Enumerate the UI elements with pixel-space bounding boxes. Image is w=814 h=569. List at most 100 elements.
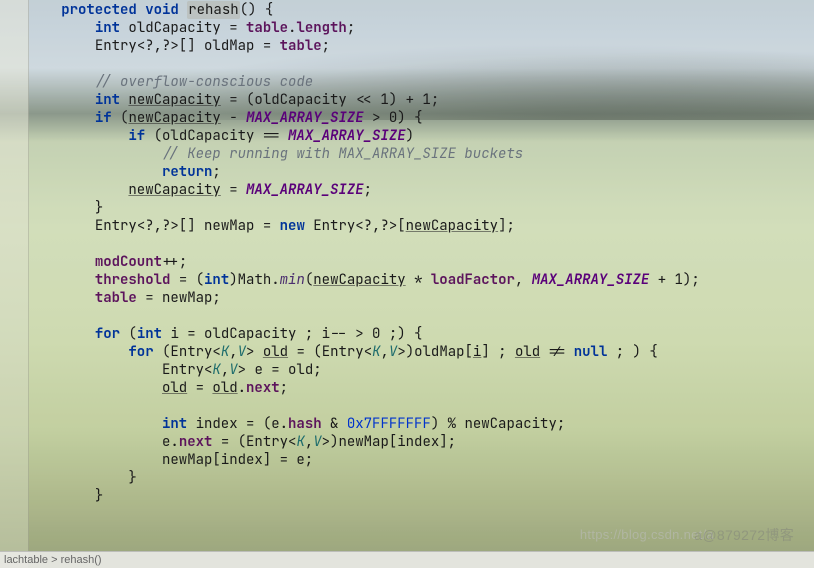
punct: ,	[221, 361, 229, 379]
local-var: newMap	[162, 289, 212, 307]
field-ref: loadFactor	[431, 271, 515, 289]
punct: >	[397, 343, 405, 361]
type-param: V	[238, 343, 246, 361]
expression: )newMap[index];	[330, 433, 456, 451]
punct: <	[364, 343, 372, 361]
punct: ,	[305, 433, 313, 451]
operator: *	[414, 271, 422, 289]
expression: = (e.	[246, 415, 288, 433]
local-var: newCapacity	[406, 217, 498, 235]
expression: ) % newCapacity;	[431, 415, 565, 433]
type-param: V	[229, 361, 237, 379]
punct: >	[238, 361, 246, 379]
keyword-return: return	[162, 163, 212, 181]
breadcrumb[interactable]: lachtable > rehash()	[4, 551, 102, 569]
constant-ref: MAX_ARRAY_SIZE	[532, 271, 650, 289]
local-var: oldMap	[204, 37, 254, 55]
constant-ref: MAX_ARRAY_SIZE	[288, 127, 406, 145]
operator: !=	[540, 343, 574, 361]
local-var: newCapacity	[128, 109, 220, 127]
punct: )	[229, 271, 237, 289]
operator: ++	[162, 253, 179, 271]
code-editor[interactable]: protected void rehash() { int oldCapacit…	[0, 0, 814, 550]
local-var: e	[254, 361, 262, 379]
type-ref: Entry	[322, 343, 364, 361]
punct: .	[238, 379, 246, 397]
keyword-if: if	[95, 109, 112, 127]
type-param: K	[212, 361, 220, 379]
punct: >	[322, 433, 330, 451]
local-var: i	[170, 325, 178, 343]
local-var: old	[263, 343, 288, 361]
keyword-int: int	[204, 271, 229, 289]
local-var: newCapacity	[128, 91, 220, 109]
generics: <?,?>[]	[137, 217, 196, 235]
static-method: min	[280, 271, 305, 289]
expression: (oldCapacity << 1) + 1	[246, 91, 431, 109]
type-param: K	[221, 343, 229, 361]
local-var: oldCapacity	[128, 19, 220, 37]
watermark-cn: a@879272博客	[694, 526, 794, 544]
field-ref: table	[246, 19, 288, 37]
expression: )oldMap[	[406, 343, 473, 361]
punct: )	[406, 127, 414, 145]
type-param: K	[372, 343, 380, 361]
local-var: newMap	[204, 217, 254, 235]
punct: <	[212, 343, 220, 361]
local-var: old	[162, 379, 187, 397]
field-ref: table	[280, 37, 322, 55]
constant-ref: MAX_ARRAY_SIZE	[246, 181, 364, 199]
type-ref: Entry	[246, 433, 288, 451]
local-var: newCapacity	[313, 271, 405, 289]
local-var: index	[196, 415, 238, 433]
expression: = (	[212, 433, 246, 451]
keyword-void: void	[145, 1, 179, 19]
local-var: newCapacity	[128, 181, 220, 199]
punct: ; ) {	[607, 343, 657, 361]
code-block[interactable]: protected void rehash() { int oldCapacit…	[36, 1, 814, 505]
keyword-protected: protected	[61, 1, 137, 19]
keyword-new: new	[280, 217, 305, 235]
class-ref: Math	[238, 271, 272, 289]
keyword-if: if	[128, 127, 145, 145]
type-ref: Entry	[95, 217, 137, 235]
number-literal: 0x7FFFFFFF	[347, 415, 431, 433]
type-ref: Entry	[313, 217, 355, 235]
operator: =	[296, 343, 304, 361]
operator: &	[330, 415, 338, 433]
constant-ref: MAX_ARRAY_SIZE	[246, 109, 364, 127]
generics: <?,?>[]	[137, 37, 196, 55]
comment: // overflow-conscious code	[95, 73, 313, 91]
expression: newMap[index] = e;	[162, 451, 313, 469]
keyword-null: null	[574, 343, 608, 361]
keyword-for: for	[95, 325, 120, 343]
field-ref: modCount	[95, 253, 162, 271]
generics: <?,?>	[355, 217, 397, 235]
type-ref: Entry	[95, 37, 137, 55]
punct: (	[313, 343, 321, 361]
type-param: V	[313, 433, 321, 451]
field-ref: next	[179, 433, 213, 451]
punct: ] ;	[481, 343, 506, 361]
expression: (oldCapacity ==	[154, 127, 280, 145]
local-var: old	[515, 343, 540, 361]
field-ref: table	[95, 289, 137, 307]
type-ref: Entry	[162, 361, 204, 379]
punct: >	[246, 343, 254, 361]
punct: ,	[229, 343, 237, 361]
operator: -	[229, 109, 237, 127]
type-param: K	[296, 433, 304, 451]
field-ref: hash	[288, 415, 322, 433]
expression: = old;	[271, 361, 321, 379]
punct: > 0) {	[372, 109, 422, 127]
punct: (	[196, 271, 204, 289]
punct: .	[170, 433, 178, 451]
punct: + 1)	[658, 271, 692, 289]
field-ref: threshold	[95, 271, 171, 289]
status-bar: lachtable > rehash()	[0, 551, 814, 568]
local-var: old	[212, 379, 237, 397]
field-ref: next	[246, 379, 280, 397]
punct: ,	[381, 343, 389, 361]
keyword-int: int	[137, 325, 162, 343]
operator: =	[196, 379, 204, 397]
